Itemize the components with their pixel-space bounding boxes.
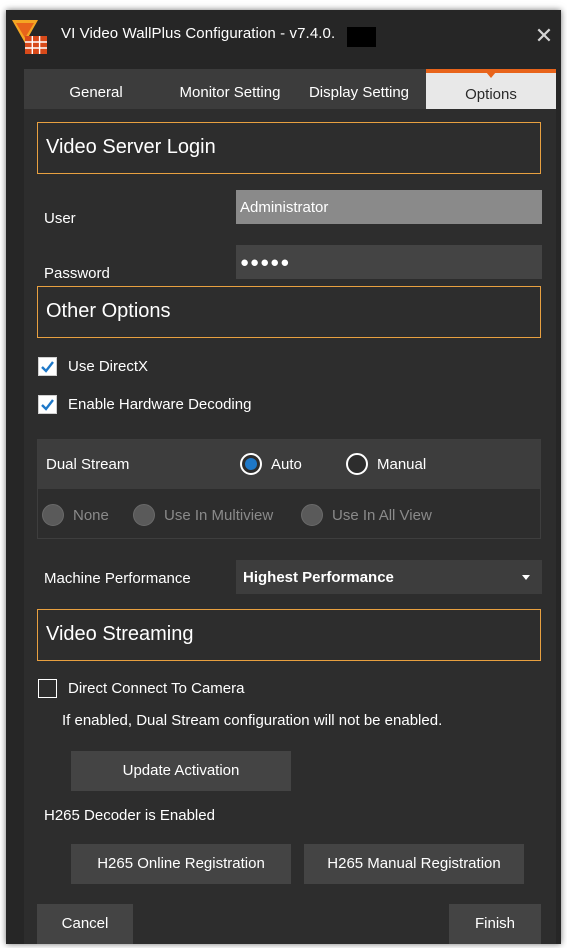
dual-stream-group: Dual Stream Auto Manual None Use In Mult…: [37, 439, 541, 539]
use-directx-checkbox[interactable]: [38, 357, 57, 376]
tab-label: General: [69, 84, 123, 101]
user-label: User: [44, 210, 76, 227]
section-title: Other Options: [46, 300, 171, 322]
dual-stream-header: Dual Stream Auto Manual: [38, 440, 540, 489]
button-label: Update Activation: [122, 762, 240, 779]
tab-monitor-setting[interactable]: Monitor Setting: [168, 69, 292, 109]
machine-performance-label: Machine Performance: [44, 570, 191, 587]
dual-stream-auto-radio[interactable]: [240, 453, 262, 475]
checkmark-icon: [41, 361, 54, 373]
tab-options[interactable]: Options: [426, 69, 556, 109]
hardware-decoding-checkbox[interactable]: [38, 395, 57, 414]
redacted-version-suffix: [347, 27, 376, 47]
password-label: Password: [44, 265, 110, 282]
h265-manual-registration-button[interactable]: H265 Manual Registration: [304, 844, 524, 884]
checkmark-icon: [41, 399, 54, 411]
dual-stream-allview-radio[interactable]: [301, 504, 323, 526]
section-video-streaming: Video Streaming: [37, 609, 541, 661]
tab-bar: General Monitor Setting Display Setting …: [24, 69, 556, 109]
options-panel: Video Server Login User Password Other O…: [24, 109, 556, 944]
dual-stream-manual-label: Manual: [377, 456, 427, 473]
h265-status-text: H265 Decoder is Enabled: [44, 807, 215, 824]
tab-label: Monitor Setting: [179, 84, 281, 101]
section-other-options: Other Options: [37, 286, 541, 338]
dual-stream-none-radio[interactable]: [42, 504, 64, 526]
dual-stream-manual-radio[interactable]: [346, 453, 368, 475]
dual-stream-allview-label: Use In All View: [332, 507, 432, 524]
video-wall-logo-icon: [12, 20, 47, 54]
close-icon: ✕: [534, 23, 554, 48]
update-activation-button[interactable]: Update Activation: [71, 751, 291, 791]
hardware-decoding-label: Enable Hardware Decoding: [68, 396, 252, 413]
button-label: Finish: [474, 915, 515, 932]
dual-stream-multiview-label: Use In Multiview: [164, 507, 274, 524]
tab-display-setting[interactable]: Display Setting: [292, 69, 426, 109]
chevron-down-icon: [522, 575, 530, 580]
direct-connect-note: If enabled, Dual Stream configuration wi…: [62, 712, 443, 729]
machine-performance-select[interactable]: Highest Performance: [236, 560, 542, 594]
tab-label: Display Setting: [308, 84, 410, 101]
tab-general[interactable]: General: [24, 69, 168, 109]
button-label: H265 Manual Registration: [327, 855, 501, 872]
title-bar: VI Video WallPlus Configuration - v7.4.0…: [6, 10, 561, 62]
dual-stream-multiview-radio[interactable]: [133, 504, 155, 526]
dual-stream-label: Dual Stream: [46, 456, 130, 473]
button-label: H265 Online Registration: [97, 855, 265, 872]
cancel-button[interactable]: Cancel: [37, 904, 133, 944]
use-directx-label: Use DirectX: [68, 358, 149, 375]
finish-button[interactable]: Finish: [449, 904, 541, 944]
dual-stream-none-label: None: [73, 507, 109, 524]
tab-label: Options: [465, 86, 517, 103]
close-button[interactable]: ✕: [532, 24, 556, 48]
window-title: VI Video WallPlus Configuration - v7.4.0…: [61, 25, 336, 42]
button-label: Cancel: [61, 915, 109, 932]
user-input[interactable]: [236, 190, 542, 224]
dual-stream-auto-label: Auto: [271, 456, 302, 473]
section-video-server-login: Video Server Login: [37, 122, 541, 174]
active-tab-indicator: [486, 72, 496, 78]
machine-performance-value: Highest Performance: [243, 569, 394, 586]
direct-connect-checkbox[interactable]: [38, 679, 57, 698]
section-title: Video Server Login: [46, 136, 216, 158]
direct-connect-label: Direct Connect To Camera: [68, 680, 245, 697]
config-window: VI Video WallPlus Configuration - v7.4.0…: [6, 10, 561, 944]
section-title: Video Streaming: [46, 623, 194, 645]
h265-online-registration-button[interactable]: H265 Online Registration: [71, 844, 291, 884]
password-input[interactable]: [236, 245, 542, 279]
